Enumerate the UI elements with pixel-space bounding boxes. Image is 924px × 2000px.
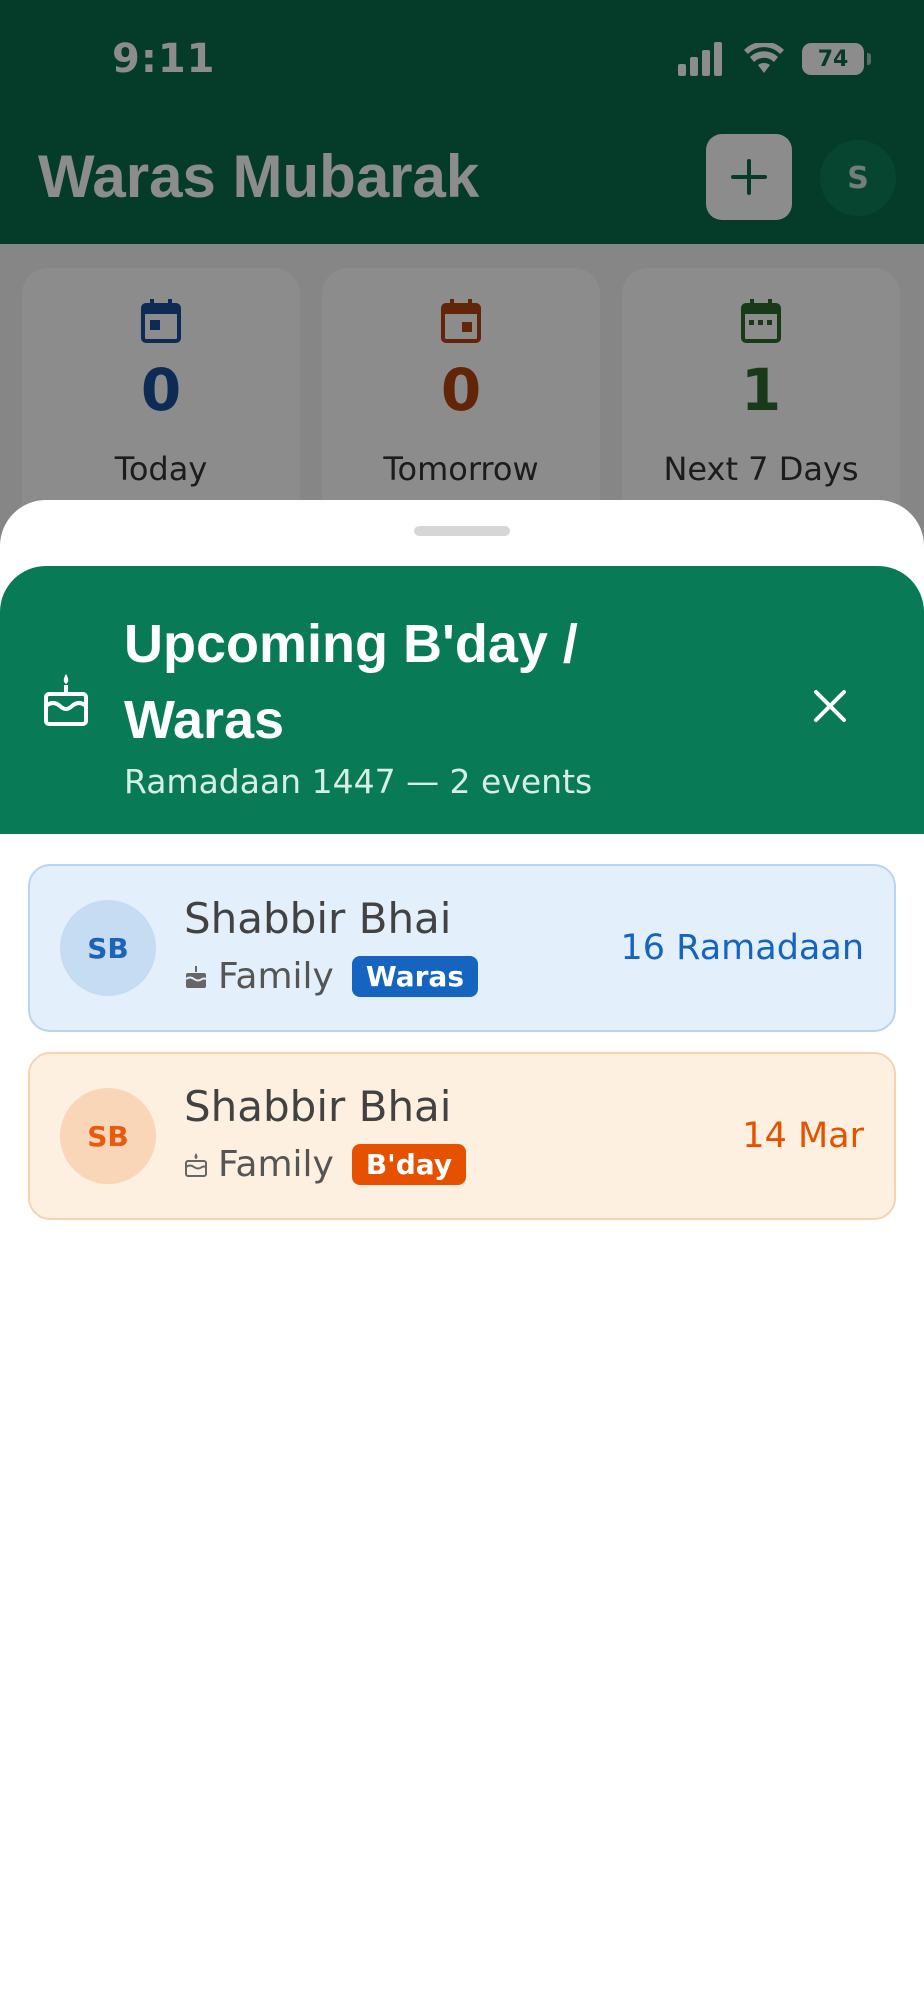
- event-name: Shabbir Bhai: [184, 894, 452, 943]
- sheet-header: Upcoming B'day / Waras Ramadaan 1447 — 2…: [0, 566, 924, 834]
- event-name: Shabbir Bhai: [184, 1082, 452, 1131]
- cake-icon: [44, 674, 88, 726]
- event-date: 14 Mar: [742, 1116, 864, 1156]
- avatar: SB: [60, 1088, 156, 1184]
- event-card-waras[interactable]: SB Shabbir Bhai Family Waras 16 Ramadaan: [28, 864, 896, 1032]
- event-type-badge: B'day: [351, 1144, 467, 1185]
- event-group: Family: [218, 1144, 334, 1185]
- avatar: SB: [60, 900, 156, 996]
- drag-handle[interactable]: [414, 526, 510, 536]
- event-meta: Family Waras: [184, 956, 478, 997]
- event-date: 16 Ramadaan: [620, 928, 865, 968]
- event-card-bday[interactable]: SB Shabbir Bhai Family B'day 14 Mar: [28, 1052, 896, 1220]
- bottom-sheet: Upcoming B'day / Waras Ramadaan 1447 — 2…: [0, 500, 924, 2000]
- event-meta: Family B'day: [184, 1144, 467, 1185]
- event-type-badge: Waras: [351, 956, 478, 997]
- cake-icon: [185, 965, 207, 988]
- event-group: Family: [218, 956, 334, 997]
- sheet-subtitle: Ramadaan 1447 — 2 events: [124, 762, 593, 801]
- event-list: SB Shabbir Bhai Family Waras 16 Ramadaan…: [28, 864, 896, 1240]
- cake-icon: [185, 1152, 207, 1177]
- close-button[interactable]: [800, 676, 860, 736]
- close-icon: [814, 690, 846, 722]
- sheet-title: Upcoming B'day / Waras: [124, 614, 578, 750]
